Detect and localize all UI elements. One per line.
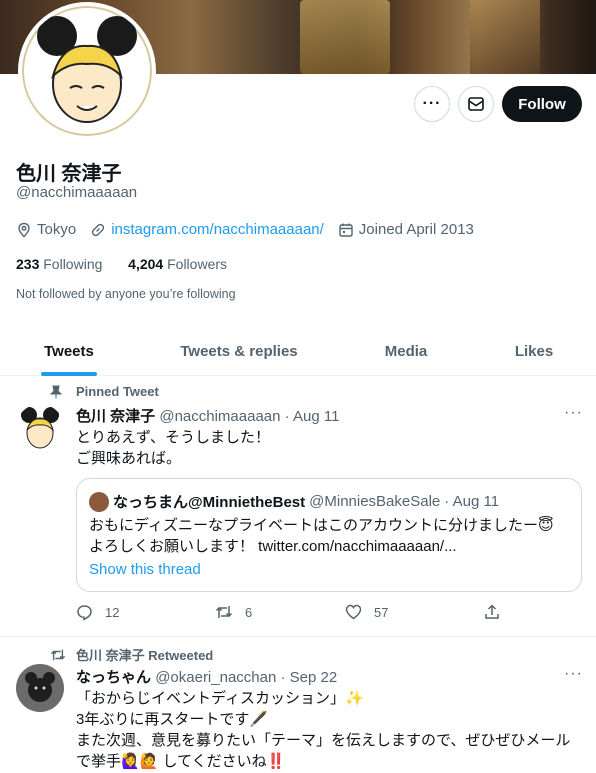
calendar-icon: [339, 223, 353, 237]
avatar-photo: [16, 664, 64, 712]
share-button[interactable]: [484, 604, 512, 620]
tweet-author-avatar[interactable]: [16, 404, 64, 452]
website-link[interactable]: instagram.com/nacchimaaaaan/: [111, 221, 324, 238]
tweet-text-line: で挙手🙋‍♀️🙋 してくださいね‼️: [76, 753, 286, 770]
banner-artwork: [300, 0, 390, 74]
follow-button[interactable]: Follow: [502, 86, 582, 122]
tweet-author-name[interactable]: なっちゃん: [76, 669, 151, 686]
followers-count: 4,204: [128, 256, 164, 272]
link-icon: [92, 223, 105, 236]
tweet-header: 色川 奈津子 @nacchimaaaaan · Aug 11: [76, 405, 339, 426]
location-text: Tokyo: [37, 221, 77, 238]
tweet-author-avatar[interactable]: [16, 664, 64, 712]
tweet-actions: 12 6 57: [76, 604, 506, 624]
quote-text-line: よろしくお願いします！ twitter.com/nacchimaaaaan/..…: [89, 538, 457, 555]
pinned-tweet-label: Pinned Tweet: [50, 384, 159, 399]
profile-meta: Tokyo instagram.com/nacchimaaaaan/ Joine…: [16, 221, 488, 238]
banner-artwork: [470, 0, 540, 74]
quote-text: おもにディズニーなプライベートはこのアカウントに分けましたー😇 よろしくお願いし…: [89, 515, 569, 557]
location: Tokyo: [16, 221, 76, 238]
quote-text-line: おもにディズニーなプライベートはこのアカウントに分けましたー😇: [89, 517, 554, 534]
share-icon: [485, 604, 499, 619]
following-link[interactable]: 233 Following: [16, 256, 102, 272]
profile-name: 色川 奈津子: [16, 163, 122, 185]
tab-likes[interactable]: Likes: [472, 326, 596, 376]
quote-author-handle: @MinniesBakeSale: [309, 493, 441, 510]
more-options-button[interactable]: ···: [414, 86, 450, 122]
quote-author-name: なっちまん@MinnietheBest: [113, 494, 306, 511]
profile-handle: @nacchimaaaaan: [16, 184, 138, 201]
pin-icon: [50, 385, 62, 398]
profile-avatar[interactable]: [18, 2, 156, 140]
tab-media[interactable]: Media: [340, 326, 472, 376]
retweet-count: 6: [245, 604, 253, 620]
quote-time: · Aug 11: [444, 493, 500, 510]
retweet-button[interactable]: 6: [215, 604, 252, 620]
tweet-text: 「おからじイベントディスカッション」✨ 3年ぶりに再スタートです🖋️ また次週、…: [76, 688, 581, 772]
tweet-text-line: とりあえず、そうしました！: [76, 429, 270, 446]
retweeted-text: 色川 奈津子 Retweeted: [76, 648, 214, 663]
quote-author-avatar: [89, 491, 109, 512]
tweet-author-handle[interactable]: @nacchimaaaaan: [159, 408, 280, 425]
pinned-text: Pinned Tweet: [76, 384, 159, 399]
tweet-more-icon[interactable]: ···: [564, 404, 583, 422]
following-count: 233: [16, 256, 40, 272]
retweeted-label: 色川 奈津子 Retweeted: [50, 645, 213, 664]
heart-icon: [345, 604, 362, 620]
avatar-illustration: [37, 16, 137, 123]
quoted-tweet[interactable]: なっちまん@MinnietheBest @MinniesBakeSale · A…: [76, 478, 582, 592]
followers-label: Followers: [167, 256, 228, 272]
quote-header: なっちまん@MinnietheBest @MinniesBakeSale · A…: [89, 491, 499, 512]
not-followed-notice: Not followed by anyone you’re following: [16, 287, 236, 301]
tweet-text-line: ご興味あれば。: [76, 450, 182, 467]
tab-tweets[interactable]: Tweets: [0, 326, 138, 376]
retweet-icon: [50, 649, 66, 660]
joined-date: Joined April 2013: [338, 221, 474, 238]
location-pin-icon: [18, 222, 30, 237]
message-button[interactable]: [458, 86, 494, 122]
like-count: 57: [374, 604, 389, 620]
website[interactable]: instagram.com/nacchimaaaaan/: [90, 221, 324, 238]
tweet-text: とりあえず、そうしました！ ご興味あれば。: [76, 427, 270, 469]
like-button[interactable]: 57: [345, 604, 388, 620]
follow-stats: 233 Following 4,204 Followers: [16, 256, 227, 272]
reply-count: 12: [105, 605, 120, 620]
profile-tabs: Tweets Tweets & replies Media Likes: [0, 326, 596, 376]
tweet-header: なっちゃん @okaeri_nacchan · Sep 22: [76, 666, 337, 687]
retweet-icon: [215, 606, 233, 618]
envelope-icon: [468, 97, 484, 111]
tweet-time[interactable]: · Sep 22: [281, 669, 338, 686]
tweet-author-handle[interactable]: @okaeri_nacchan: [155, 669, 276, 686]
following-label: Following: [43, 256, 103, 272]
tweet-author-name[interactable]: 色川 奈津子: [76, 408, 155, 425]
avatar-illustration: [16, 404, 64, 452]
reply-icon: [77, 605, 92, 621]
tweet-time[interactable]: · Aug 11: [285, 408, 340, 425]
reply-button[interactable]: 12: [76, 604, 119, 621]
more-icon: ···: [422, 95, 442, 112]
tweet-text-line: 「おからじイベントディスカッション」✨: [76, 690, 364, 707]
tweet-more-icon[interactable]: ···: [564, 665, 583, 683]
tweet-text-line: 3年ぶりに再スタートです🖋️: [76, 711, 269, 728]
tweet-text-line: また次週、意見を募りたい「テーマ」を伝えしますので、ぜひぜひメール: [76, 732, 571, 749]
show-thread-link[interactable]: Show this thread: [89, 561, 201, 578]
tab-tweets-replies[interactable]: Tweets & replies: [138, 326, 340, 376]
followers-link[interactable]: 4,204 Followers: [128, 256, 227, 272]
joined-text: Joined April 2013: [358, 221, 474, 238]
tweet-divider: [0, 636, 596, 637]
